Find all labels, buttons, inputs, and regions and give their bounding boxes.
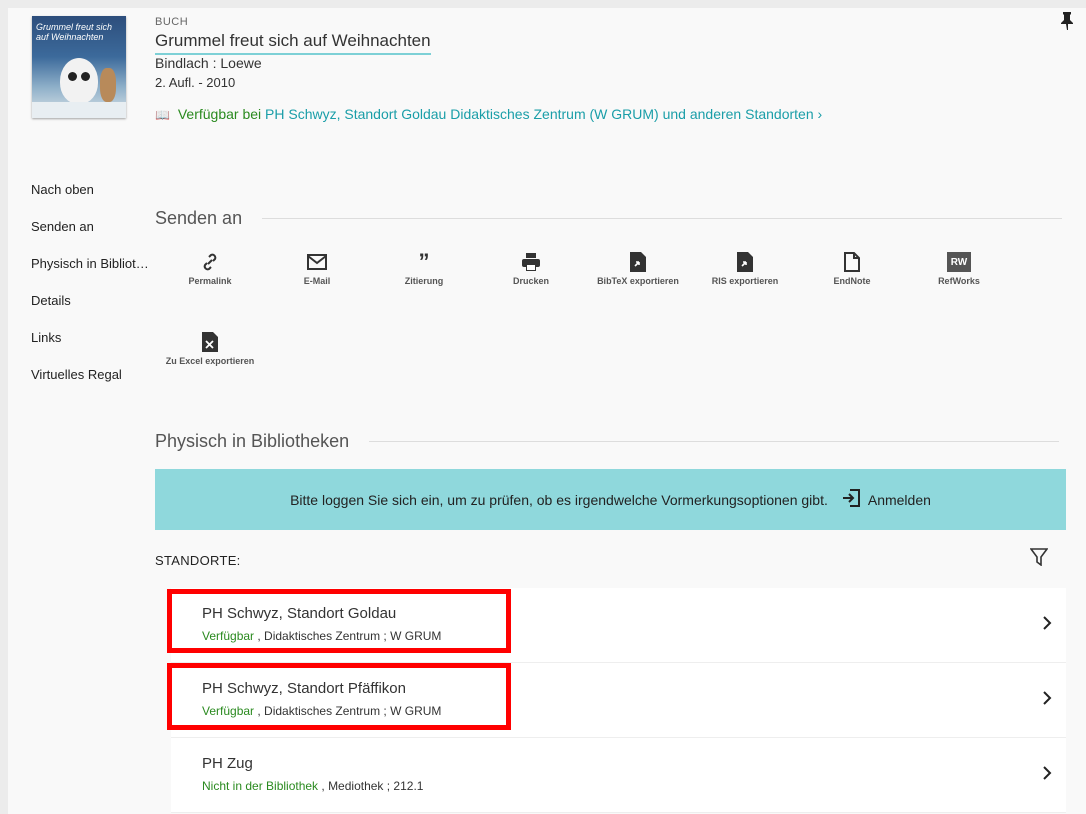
citation-button[interactable]: ” Zitierung: [379, 251, 469, 287]
record-edition: 2. Aufl. - 2010: [155, 75, 236, 90]
print-button[interactable]: Drucken: [486, 251, 576, 287]
mail-icon: [272, 251, 362, 273]
export-file-icon: [593, 251, 683, 273]
availability-prefix: Verfügbar bei: [177, 106, 262, 122]
sidenav-item-nach-oben[interactable]: Nach oben: [31, 180, 151, 217]
export-file-icon: [700, 251, 790, 273]
email-button[interactable]: E-Mail: [272, 251, 362, 287]
resource-type-label: BUCH: [155, 16, 189, 28]
excel-icon: [165, 331, 255, 353]
sidenav-item-links[interactable]: Links: [31, 328, 151, 365]
section-divider: [262, 218, 1063, 219]
quote-icon: ”: [418, 249, 430, 274]
location-meta: Nicht in der Bibliothek , Mediothek ; 21…: [202, 779, 423, 793]
chevron-right-icon: [1042, 691, 1052, 710]
bibtex-export-button[interactable]: BibTeX exportieren: [593, 251, 683, 287]
email-label: E-Mail: [303, 276, 331, 286]
chevron-right-icon: [1042, 616, 1052, 635]
refworks-button[interactable]: RW RefWorks: [914, 251, 1004, 287]
sidenav-item-physisch[interactable]: Physisch in Bibliotheken: [31, 254, 151, 291]
printer-icon: [486, 251, 576, 273]
locations-list: PH Schwyz, Standort Goldau Verfügbar , D…: [171, 588, 1066, 813]
location-status: Verfügbar: [202, 704, 255, 718]
location-name: PH Schwyz, Standort Goldau: [202, 605, 397, 622]
holdings-section-title: Physisch in Bibliotheken: [155, 431, 350, 451]
sidenav-item-details[interactable]: Details: [31, 291, 151, 328]
refworks-label: RefWorks: [938, 276, 980, 286]
sidenav-item-senden-an[interactable]: Senden an: [31, 217, 151, 254]
permalink-button[interactable]: Permalink: [165, 251, 255, 287]
citation-label: Zitierung: [404, 276, 444, 286]
locations-label: STANDORTE:: [155, 553, 241, 568]
record-publisher: Bindlach : Loewe: [155, 55, 262, 71]
ris-export-button[interactable]: RIS exportieren: [700, 251, 790, 287]
refworks-badge: RW: [947, 252, 971, 272]
login-button[interactable]: Anmelden: [842, 489, 931, 510]
chevron-right-icon: [1042, 766, 1052, 785]
endnote-label: EndNote: [833, 276, 871, 286]
filter-icon[interactable]: [1029, 548, 1049, 571]
login-banner: Bitte loggen Sie sich ein, um zu prüfen,…: [155, 469, 1066, 530]
print-label: Drucken: [512, 276, 549, 286]
location-meta: Verfügbar , Didaktisches Zentrum ; W GRU…: [202, 704, 441, 718]
availability-link[interactable]: 📖 Verfügbar bei PH Schwyz, Standort Gold…: [155, 106, 822, 122]
section-side-navigation: Nach oben Senden an Physisch in Biblioth…: [31, 180, 151, 402]
location-status: Verfügbar: [202, 629, 255, 643]
cover-rabbit-illustration: [100, 68, 116, 102]
send-section-heading: Senden an: [155, 208, 1063, 229]
sidenav-item-virtuelles-regal[interactable]: Virtuelles Regal: [31, 365, 151, 402]
location-status: Nicht in der Bibliothek: [202, 779, 319, 793]
cover-title-text: Grummel freut sich auf Weihnachten: [36, 22, 113, 42]
location-details: , Didaktisches Zentrum ; W GRUM: [254, 704, 442, 718]
endnote-button[interactable]: EndNote: [807, 251, 897, 287]
permalink-label: Permalink: [188, 276, 232, 286]
location-details: , Didaktisches Zentrum ; W GRUM: [254, 629, 442, 643]
location-name: PH Schwyz, Standort Pfäffikon: [202, 680, 406, 697]
link-icon: [165, 251, 255, 273]
location-name: PH Zug: [202, 755, 253, 772]
bibtex-export-label: BibTeX exportieren: [597, 276, 679, 286]
send-section-title: Senden an: [155, 208, 243, 228]
sign-in-icon: [842, 489, 860, 510]
pin-icon[interactable]: [1060, 12, 1074, 35]
section-divider: [369, 441, 1060, 442]
refworks-icon: RW: [914, 251, 1004, 273]
location-row[interactable]: PH Schwyz, Standort Goldau Verfügbar , D…: [171, 588, 1066, 663]
chevron-right-icon: ›: [817, 106, 823, 122]
full-record-page: Grummel freut sich auf Weihnachten BUCH …: [8, 8, 1086, 814]
availability-location: PH Schwyz, Standort Goldau Didaktisches …: [265, 106, 814, 122]
excel-export-label: Zu Excel exportieren: [165, 356, 255, 366]
book-icon: 📖: [155, 108, 170, 122]
book-cover-image[interactable]: Grummel freut sich auf Weihnachten: [32, 16, 126, 118]
ris-export-label: RIS exportieren: [711, 276, 779, 286]
cover-snow-illustration: [32, 102, 126, 118]
cover-owl-illustration: [60, 58, 98, 104]
location-row[interactable]: PH Schwyz, Standort Pfäffikon Verfügbar …: [171, 663, 1066, 738]
login-button-label: Anmelden: [867, 491, 931, 508]
location-meta: Verfügbar , Didaktisches Zentrum ; W GRU…: [202, 629, 441, 643]
file-icon: [807, 251, 897, 273]
record-title-link[interactable]: Grummel freut sich auf Weihnachten: [155, 31, 431, 55]
location-row[interactable]: PH Zug Nicht in der Bibliothek , Medioth…: [171, 738, 1066, 813]
login-message: Bitte loggen Sie sich ein, um zu prüfen,…: [290, 491, 828, 508]
location-details: , Mediothek ; 212.1: [318, 779, 424, 793]
holdings-section-heading: Physisch in Bibliotheken: [155, 431, 1060, 452]
excel-export-button[interactable]: Zu Excel exportieren: [165, 331, 255, 367]
